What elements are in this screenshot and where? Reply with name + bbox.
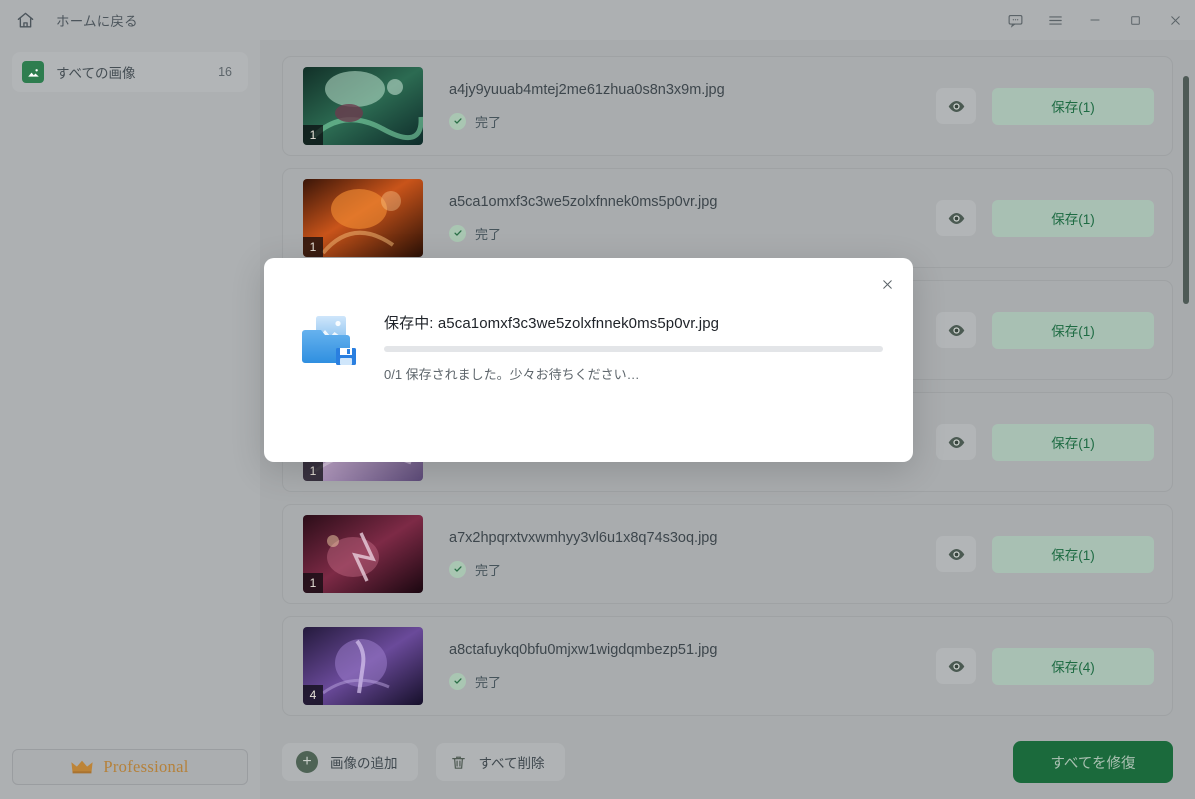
save-button[interactable]: 保存(1) (992, 199, 1154, 237)
scrollbar-thumb[interactable] (1183, 76, 1189, 304)
crown-icon (71, 760, 94, 774)
eye-icon (948, 324, 964, 336)
status-label: 完了 (475, 562, 502, 578)
dialog-subtitle: 0/1 保存されました。少々お待ちください… (384, 367, 640, 382)
delete-all-button[interactable]: すべて削除 (435, 743, 565, 781)
status-label: 完了 (475, 114, 502, 130)
file-name: a4jy9yuuab4mtej2me61zhua0s8n3x9m.jpg (449, 81, 725, 98)
minimize-icon[interactable] (1075, 0, 1115, 40)
thumbnail[interactable]: 1 (303, 515, 423, 593)
window-controls (995, 0, 1195, 40)
row-info: a8ctafuykq0bfu0mjxw1wigdqmbezp51.jpg 完了 (423, 642, 936, 691)
row-actions: 保存(1) (936, 535, 1154, 573)
sidebar: すべての画像 16 Professional (0, 40, 260, 799)
home-icon (17, 12, 33, 28)
preview-button[interactable] (936, 536, 976, 572)
repair-all-button[interactable]: すべてを修復 (1013, 741, 1173, 783)
save-button[interactable]: 保存(4) (992, 647, 1154, 685)
image-icon (22, 61, 44, 83)
row-actions: 保存(1) (936, 199, 1154, 237)
eye-icon (948, 548, 964, 560)
title-bar: ホームに戻る (0, 0, 1195, 40)
professional-label: Professional (103, 757, 189, 776)
row-info: a4jy9yuuab4mtej2me61zhua0s8n3x9m.jpg 完了 (423, 82, 936, 131)
sidebar-item-label: すべての画像 (56, 66, 136, 81)
thumbnail-badge: 4 (303, 685, 323, 705)
status-badge: 完了 (449, 224, 936, 243)
eye-icon (948, 660, 964, 672)
row-actions: 保存(1) (936, 311, 1154, 349)
preview-button[interactable] (936, 424, 976, 460)
delete-all-label: すべて削除 (478, 756, 545, 771)
thumbnail-badge: 1 (303, 237, 323, 257)
save-button[interactable]: 保存(1) (992, 535, 1154, 573)
status-label: 完了 (475, 674, 502, 690)
home-button[interactable] (8, 3, 42, 37)
close-icon[interactable] (1155, 0, 1195, 40)
table-row[interactable]: 1 a5ca1omxf3c3we5zolxfnnek0ms5p0vr.jpg 完… (282, 168, 1173, 268)
scrollbar[interactable] (1183, 54, 1189, 715)
eye-icon (948, 212, 964, 224)
bottom-toolbar: + 画像の追加 すべて削除 すべてを修復 (260, 725, 1195, 799)
check-icon (449, 560, 466, 578)
preview-button[interactable] (936, 312, 976, 348)
save-button[interactable]: 保存(1) (992, 87, 1154, 125)
save-button[interactable]: 保存(1) (992, 311, 1154, 349)
thumbnail-badge: 1 (303, 125, 323, 145)
dialog-body: 保存中: a5ca1omxf3c3we5zolxfnnek0ms5p0vr.jp… (264, 258, 913, 383)
plus-icon: + (296, 751, 318, 773)
trash-icon (451, 756, 465, 769)
feedback-icon[interactable] (995, 0, 1035, 40)
check-icon (449, 224, 466, 242)
folder-save-image-icon (300, 310, 362, 372)
home-button-label[interactable]: ホームに戻る (56, 10, 138, 30)
thumbnail-badge: 1 (303, 573, 323, 593)
thumbnail[interactable]: 1 (303, 67, 423, 145)
professional-button[interactable]: Professional (12, 749, 248, 785)
sidebar-item-all-images[interactable]: すべての画像 16 (12, 52, 248, 92)
menu-icon[interactable] (1035, 0, 1075, 40)
check-icon (449, 112, 466, 130)
thumbnail-badge: 1 (303, 461, 323, 481)
progress-bar (384, 346, 883, 352)
row-actions: 保存(1) (936, 87, 1154, 125)
row-actions: 保存(4) (936, 647, 1154, 685)
sidebar-item-count: 16 (218, 65, 232, 79)
file-name: a5ca1omxf3c3we5zolxfnnek0ms5p0vr.jpg (449, 193, 718, 210)
status-badge: 完了 (449, 112, 936, 131)
saving-dialog: 保存中: a5ca1omxf3c3we5zolxfnnek0ms5p0vr.jp… (264, 258, 913, 462)
dialog-content: 保存中: a5ca1omxf3c3we5zolxfnnek0ms5p0vr.jp… (384, 306, 883, 383)
eye-icon (948, 436, 964, 448)
row-actions: 保存(1) (936, 423, 1154, 461)
eye-icon (948, 100, 964, 112)
row-info: a7x2hpqrxtvxwmhyy3vl6u1x8q74s3oq.jpg 完了 (423, 530, 936, 579)
preview-button[interactable] (936, 648, 976, 684)
save-button[interactable]: 保存(1) (992, 423, 1154, 461)
status-badge: 完了 (449, 672, 936, 691)
dialog-title: 保存中: a5ca1omxf3c3we5zolxfnnek0ms5p0vr.jp… (384, 315, 720, 332)
status-badge: 完了 (449, 560, 936, 579)
file-name: a7x2hpqrxtvxwmhyy3vl6u1x8q74s3oq.jpg (449, 529, 718, 546)
table-row[interactable]: 4 a8ctafuykq0bfu0mjxw1wigdqmbezp51.jpg 完… (282, 616, 1173, 716)
check-icon (449, 672, 466, 690)
file-name: a8ctafuykq0bfu0mjxw1wigdqmbezp51.jpg (449, 641, 718, 658)
preview-button[interactable] (936, 88, 976, 124)
app-window: ホームに戻る すべての画像 16 Professional 1 a4jy9yuu… (0, 0, 1195, 799)
add-images-button[interactable]: + 画像の追加 (282, 743, 418, 781)
status-label: 完了 (475, 226, 502, 242)
row-info: a5ca1omxf3c3we5zolxfnnek0ms5p0vr.jpg 完了 (423, 194, 936, 243)
add-images-label: 画像の追加 (330, 756, 398, 771)
close-icon (882, 279, 892, 289)
thumbnail[interactable]: 4 (303, 627, 423, 705)
preview-button[interactable] (936, 200, 976, 236)
dialog-close-button[interactable] (871, 268, 903, 300)
thumbnail[interactable]: 1 (303, 179, 423, 257)
table-row[interactable]: 1 a4jy9yuuab4mtej2me61zhua0s8n3x9m.jpg 完… (282, 56, 1173, 156)
table-row[interactable]: 1 a7x2hpqrxtvxwmhyy3vl6u1x8q74s3oq.jpg 完… (282, 504, 1173, 604)
maximize-icon[interactable] (1115, 0, 1155, 40)
